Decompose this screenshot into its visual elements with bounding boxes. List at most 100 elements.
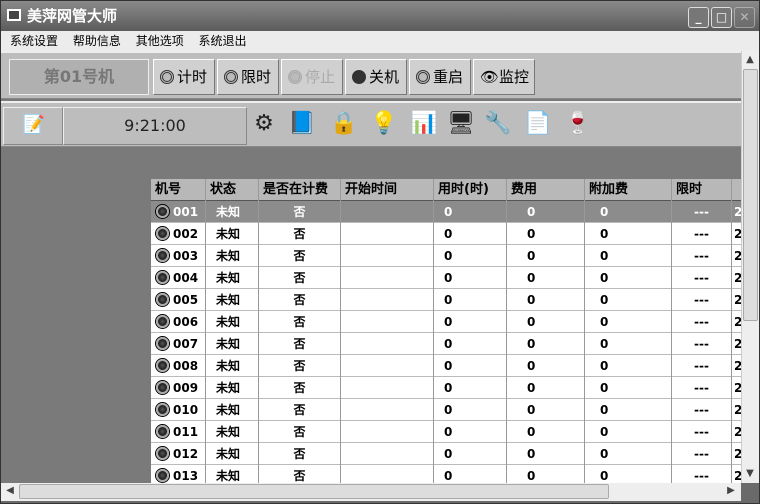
minimize-button[interactable]: _: [688, 7, 709, 28]
menu-help[interactable]: 帮助信息: [73, 34, 121, 48]
cell-text: 2: [734, 293, 741, 307]
computer-status-icon: [156, 315, 169, 328]
table-row[interactable]: 002 未知 否 0 0 0 --- 2: [151, 223, 741, 245]
notepad-button[interactable]: 📝: [3, 107, 63, 145]
col-extra-fee-cell: 0: [585, 399, 672, 421]
computer-status-icon: [156, 381, 169, 394]
col-billing-cell: 否: [259, 201, 341, 223]
menu-other-options[interactable]: 其他选项: [136, 34, 184, 48]
cell-text: 未知: [216, 227, 241, 241]
monitor-button[interactable]: 👁监控: [473, 59, 535, 95]
cell-text: 否: [293, 469, 306, 483]
settings-icon[interactable]: ⚙: [249, 109, 279, 139]
computer-status-icon: [156, 271, 169, 284]
table-row[interactable]: 013 未知 否 0 0 0 --- 2: [151, 465, 741, 483]
computer-status-icon: [156, 469, 169, 482]
cell-text: 0: [444, 227, 453, 241]
scroll-up-icon[interactable]: ▲: [742, 52, 758, 68]
table-row[interactable]: 004 未知 否 0 0 0 --- 2: [151, 267, 741, 289]
machine-label: 第01号机: [9, 59, 149, 95]
table-row[interactable]: 011 未知 否 0 0 0 --- 2: [151, 421, 741, 443]
scroll-down-icon[interactable]: ▼: [742, 466, 758, 482]
header-col-machine-id[interactable]: 机号: [151, 179, 206, 201]
header-col-hours[interactable]: 用时(时): [434, 179, 507, 201]
network-icon[interactable]: 🖥: [446, 109, 476, 139]
header-col-status[interactable]: 状态: [206, 179, 259, 201]
cell-text: 003: [173, 249, 199, 263]
table-row[interactable]: 012 未知 否 0 0 0 --- 2: [151, 443, 741, 465]
header-col-extra-fee[interactable]: 附加费: [585, 179, 672, 201]
col-extra-cell: 2: [732, 465, 741, 483]
cell-text: 0: [444, 249, 453, 263]
col-extra-cell: 2: [732, 223, 741, 245]
scroll-left-icon[interactable]: ◀: [2, 483, 18, 499]
col-start-time-cell: [341, 421, 434, 443]
col-extra-cell: 2: [732, 267, 741, 289]
shutdown-button[interactable]: 关机: [345, 59, 407, 95]
scroll-thumb[interactable]: [743, 69, 758, 321]
cell-text: 2: [734, 337, 741, 351]
col-extra-cell: 2: [732, 399, 741, 421]
col-status-cell: 未知: [206, 465, 259, 483]
header-col-time-limit[interactable]: 限时: [672, 179, 732, 201]
header-col-fee[interactable]: 费用: [507, 179, 585, 201]
drinks-icon[interactable]: 🍷: [563, 109, 593, 139]
table-row[interactable]: 009 未知 否 0 0 0 --- 2: [151, 377, 741, 399]
table-row[interactable]: 008 未知 否 0 0 0 --- 2: [151, 355, 741, 377]
col-extra-cell: 2: [732, 245, 741, 267]
cell-text: 否: [293, 293, 306, 307]
app-window: 美萍网管大师 _ □ ✕ 系统设置 帮助信息 其他选项 系统退出 第01号机 计…: [0, 0, 760, 504]
col-hours-cell: 0: [434, 333, 507, 355]
cell-text: 0: [600, 205, 609, 219]
lock-icon[interactable]: 🔒: [329, 109, 359, 139]
cell-text: ---: [694, 293, 709, 307]
timing-button[interactable]: 计时: [153, 59, 215, 95]
menu-system-settings[interactable]: 系统设置: [10, 34, 58, 48]
col-billing-cell: 否: [259, 355, 341, 377]
table-row[interactable]: 003 未知 否 0 0 0 --- 2: [151, 245, 741, 267]
cell-text: 0: [527, 469, 536, 483]
table-row[interactable]: 005 未知 否 0 0 0 --- 2: [151, 289, 741, 311]
col-status-cell: 未知: [206, 377, 259, 399]
computer-status-icon: [156, 337, 169, 350]
help-book-icon[interactable]: 📘: [287, 109, 317, 139]
header-col-extra[interactable]: [732, 179, 741, 201]
col-extra-cell: 2: [732, 201, 741, 223]
col-status-cell: 未知: [206, 245, 259, 267]
cell-text: 0: [527, 381, 536, 395]
col-extra-cell: 2: [732, 289, 741, 311]
restart-button[interactable]: 重启: [409, 59, 471, 95]
window-title: 美萍网管大师: [27, 7, 118, 25]
chart-icon[interactable]: 📊: [409, 109, 439, 139]
computer-status-icon: [156, 447, 169, 460]
cell-text: 0: [527, 425, 536, 439]
col-fee-cell: 0: [507, 377, 585, 399]
table-row[interactable]: 001 未知 否 0 0 0 --- 2: [151, 201, 741, 223]
lightbulb-icon[interactable]: 💡: [369, 109, 399, 139]
col-start-time-cell: [341, 399, 434, 421]
col-extra-fee-cell: 0: [585, 443, 672, 465]
cell-text: 0: [600, 469, 609, 483]
horizontal-scrollbar[interactable]: ◀ ▶: [1, 483, 741, 501]
scroll-thumb[interactable]: [19, 484, 609, 499]
stop-button[interactable]: 停止: [281, 59, 343, 95]
col-machine-id-cell: 002: [151, 223, 206, 245]
table-row[interactable]: 007 未知 否 0 0 0 --- 2: [151, 333, 741, 355]
table-row[interactable]: 006 未知 否 0 0 0 --- 2: [151, 311, 741, 333]
menu-exit[interactable]: 系统退出: [199, 34, 247, 48]
document-icon[interactable]: 📄: [523, 109, 553, 139]
vertical-scrollbar[interactable]: ▲ ▼: [741, 51, 759, 483]
close-button[interactable]: ✕: [734, 7, 755, 28]
time-limit-button[interactable]: 限时: [217, 59, 279, 95]
cell-text: 0: [600, 249, 609, 263]
col-hours-cell: 0: [434, 377, 507, 399]
cell-text: 否: [293, 271, 306, 285]
table-row[interactable]: 010 未知 否 0 0 0 --- 2: [151, 399, 741, 421]
col-start-time-cell: [341, 267, 434, 289]
header-col-start-time[interactable]: 开始时间: [341, 179, 434, 201]
tools-icon[interactable]: 🔧: [483, 109, 513, 139]
control-toolbar: 第01号机 计时 限时 停止 关机 重启 👁监控: [1, 51, 741, 99]
header-col-billing[interactable]: 是否在计费: [259, 179, 341, 201]
maximize-button[interactable]: □: [711, 7, 732, 28]
scroll-right-icon[interactable]: ▶: [723, 483, 739, 499]
